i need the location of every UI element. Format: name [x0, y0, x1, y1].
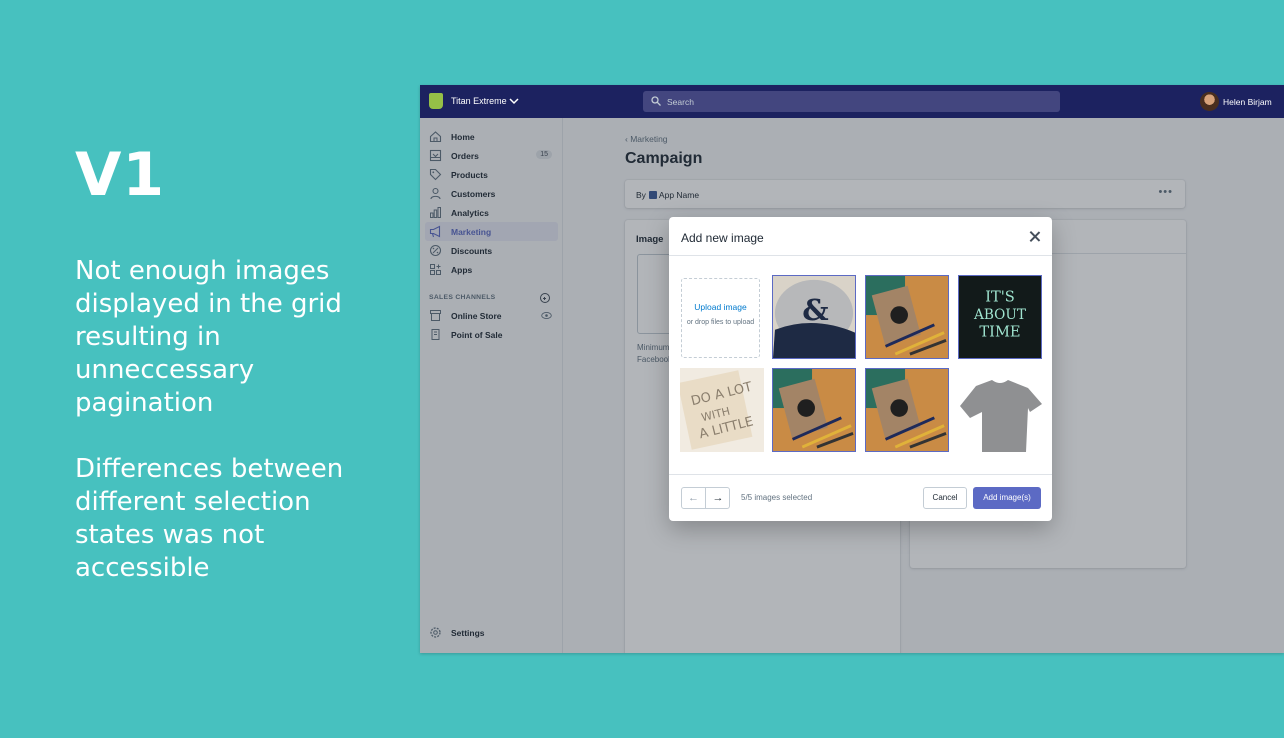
image-thumb-grey-tshirt[interactable] [958, 368, 1042, 452]
its-about-time-image: IT'S ABOUT TIME [959, 276, 1041, 358]
previous-page-button[interactable]: ← [682, 488, 706, 508]
selection-status: 5/5 images selected [741, 493, 813, 502]
user-name[interactable]: Helen Birjam [1223, 97, 1272, 107]
image-thumb-cap[interactable]: & [772, 275, 856, 359]
upload-dropzone[interactable]: Upload image or drop files to upload [681, 278, 760, 358]
shopify-bag-icon [429, 93, 443, 109]
notebook-desk-image [773, 369, 855, 451]
version-heading: V1 [75, 140, 166, 210]
add-images-button[interactable]: Add image(s) [973, 487, 1041, 509]
svg-text:&: & [802, 293, 828, 327]
image-thumb-notebook-desk[interactable] [865, 275, 949, 359]
avatar[interactable] [1200, 92, 1219, 111]
svg-text:IT'S: IT'S [985, 288, 1015, 305]
image-thumb-notebook-desk-2[interactable] [772, 368, 856, 452]
annotation-point-1: Not enough images displayed in the grid … [75, 256, 342, 418]
search-bar[interactable]: Search [643, 91, 1060, 112]
top-bar: Titan Extreme Search Helen Birjam [420, 85, 1284, 118]
image-thumb-its-about-time[interactable]: IT'S ABOUT TIME [958, 275, 1042, 359]
svg-text:ABOUT: ABOUT [973, 307, 1026, 323]
tshirt-image [958, 368, 1042, 452]
divider [669, 255, 1052, 256]
notebook-desk-image [866, 369, 948, 451]
svg-text:TIME: TIME [979, 324, 1020, 341]
upload-hint: or drop files to upload [686, 319, 755, 326]
search-placeholder: Search [667, 97, 694, 107]
do-a-lot-image: DO A LOT WITH A LITTLE [680, 368, 764, 452]
close-icon[interactable] [1029, 230, 1041, 242]
search-icon [651, 96, 661, 106]
add-image-modal: Add new image Upload image or drop files… [669, 217, 1052, 521]
upload-image-link[interactable]: Upload image [682, 302, 759, 312]
annotation-panel: V1 Not enough images displayed in the gr… [75, 140, 365, 585]
store-switcher[interactable]: Titan Extreme [451, 96, 507, 106]
chevron-down-icon[interactable] [509, 95, 519, 109]
cancel-button[interactable]: Cancel [923, 487, 967, 509]
annotation-point-2: Differences between different selection … [75, 454, 344, 583]
image-thumb-notebook-desk-3[interactable] [865, 368, 949, 452]
modal-title: Add new image [681, 231, 764, 245]
pagination: ← → [681, 487, 730, 509]
next-page-button[interactable]: → [706, 488, 730, 508]
divider [669, 474, 1052, 475]
notebook-desk-image [866, 276, 948, 358]
cap-image: & [773, 276, 855, 358]
image-thumb-do-a-lot[interactable]: DO A LOT WITH A LITTLE [680, 368, 764, 452]
